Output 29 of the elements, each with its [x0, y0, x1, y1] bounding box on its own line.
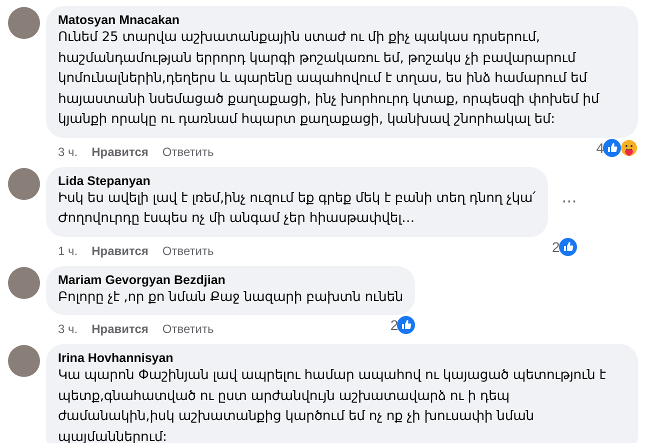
avatar[interactable]	[8, 345, 40, 377]
avatar[interactable]	[8, 7, 40, 39]
author-name[interactable]: Lida Stepanyan	[58, 172, 536, 188]
reply-link[interactable]: Ответить	[162, 244, 214, 258]
comment-text: Ունեմ 25 տարվա աշխատանքային ստաժ ու մի քիչ պակաս դրսերում, հաշմանդամության երրորդ կարգի թոշակառու եմ, թոշակս չի բավարարում կոմունալներին,դեղերս և պարենը ապահովում է տղաս, ես ինձ համարում եմ հայաստանի նսեմացած քաղաքացի, ինչ խորհուրդ կտաք, որպեսզի փոխեմ իմ կյանքի որակը ու դառնամ հպարտ քաղաքացի, կանխավ շնորհակալ եմ:	[58, 29, 600, 129]
reply-link[interactable]: Ответить	[162, 144, 214, 158]
reaction-count[interactable]: 2	[390, 317, 398, 333]
comment-text: Կա պարոն Փաշինյան լավ ապրելու համար ապահով ու կայացած պետություն է պետք,գնահատված ու ըստ արժանվույն աշխատավարձ ու ի դեպ ժամանակին,իսկ աշխատանքից կարծում եմ ոչ ոք չի խուսափի նման պայմաններում:	[58, 367, 607, 443]
author-name[interactable]: Mariam Gevorgyan Bezdjian	[58, 272, 404, 288]
thumbs-up-icon	[397, 316, 416, 334]
like-link[interactable]: Нравится	[92, 244, 148, 258]
comment-text: Բոլորը չէ ,որ քո նման Քաջ նազարի բախտն ունեն	[58, 288, 404, 306]
reaction-count[interactable]: 4	[596, 140, 604, 156]
comment-time[interactable]: 1 ч.	[58, 244, 78, 258]
comment-text: Իսկ ես ավելի լավ է լռեմ,ինչ ուզում եք գրեք մեկ է բանի տեղ դնող չկա՛ Ժողովուրդը էսպես ոչ մի անգամ չեր հիասթափվել…	[58, 190, 536, 228]
avatar[interactable]	[8, 266, 40, 298]
comment-time[interactable]: 3 ч.	[58, 322, 78, 336]
like-link[interactable]: Нравится	[92, 322, 148, 336]
hugging-face-icon	[620, 138, 638, 156]
more-options[interactable]: ···	[562, 192, 577, 211]
avatar[interactable]	[8, 168, 40, 200]
reaction-count[interactable]: 2	[552, 238, 560, 254]
like-link[interactable]: Нравится	[92, 144, 148, 158]
comment-time[interactable]: 3 ч.	[58, 144, 78, 158]
reply-link[interactable]: Ответить	[162, 322, 214, 336]
thumbs-up-icon	[558, 238, 577, 256]
thumbs-up-icon	[603, 138, 621, 156]
author-name[interactable]: Matosyan Mnacakan	[58, 12, 626, 28]
author-name[interactable]: Irina Hovhannisyan	[58, 350, 626, 366]
